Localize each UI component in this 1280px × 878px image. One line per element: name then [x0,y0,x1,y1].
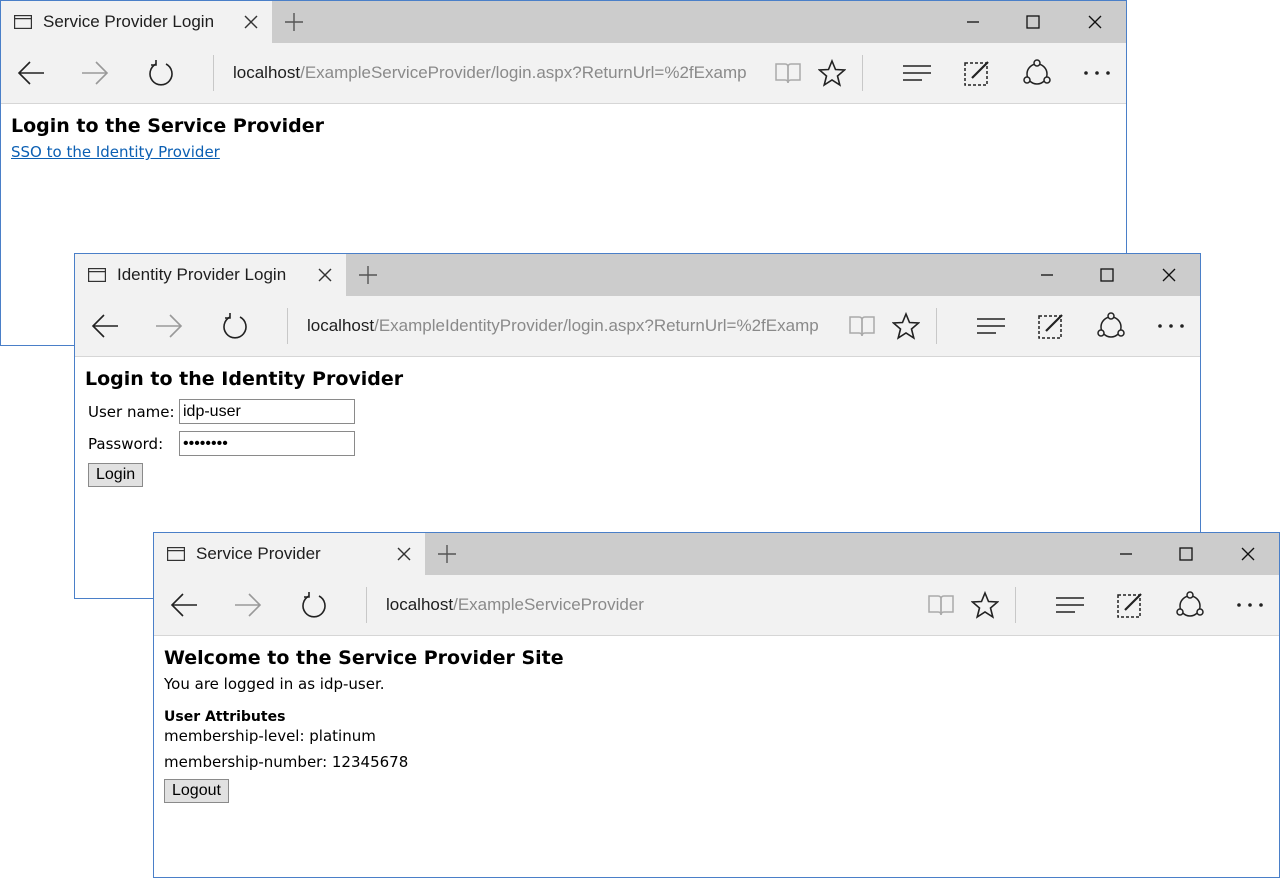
address-path: /ExampleServiceProvider/login.aspx?Retur… [300,63,747,82]
address-host: localhost [386,595,454,614]
username-input[interactable] [179,399,355,424]
forward-arrow-icon[interactable] [232,591,264,619]
address-host: localhost [307,316,375,335]
refresh-icon[interactable] [145,58,177,88]
attributes-heading: User Attributes [164,709,286,725]
minimize-icon[interactable] [1103,533,1149,575]
address-path: /ExampleServiceProvider [453,595,644,614]
refresh-icon[interactable] [219,311,251,341]
password-label: Password: [88,434,164,453]
web-note-icon[interactable] [1114,589,1146,621]
sso-link[interactable]: SSO to the Identity Provider [11,143,220,161]
share-icon[interactable] [1095,310,1127,342]
logged-in-text: You are logged in as idp-user. [164,675,385,693]
back-arrow-icon[interactable] [168,591,200,619]
plus-icon[interactable] [284,12,304,32]
page-title: Welcome to the Service Provider Site [164,647,564,669]
page-content: Login to the Identity Provider User name… [75,357,1200,487]
reading-view-icon[interactable] [926,592,956,618]
hub-icon[interactable] [975,313,1007,339]
plus-icon[interactable] [358,265,378,285]
star-icon[interactable] [891,311,921,341]
toolbar-separator [366,587,367,623]
window-close-icon[interactable] [1072,1,1118,43]
window-close-icon[interactable] [1225,533,1271,575]
share-icon[interactable] [1174,589,1206,621]
username-label: User name: [88,402,175,421]
title-bar: Service Provider Login [1,1,1126,43]
hub-icon[interactable] [1054,592,1086,618]
page-content: Welcome to the Service Provider Site You… [154,636,1279,803]
toolbar-separator [862,55,863,91]
password-input[interactable] [179,431,355,456]
star-icon[interactable] [970,590,1000,620]
share-icon[interactable] [1021,57,1053,89]
page-title: Login to the Identity Provider [85,368,404,390]
reading-view-icon[interactable] [773,60,803,86]
tab-identity-provider-login[interactable]: Identity Provider Login [75,254,346,296]
plus-icon[interactable] [437,544,457,564]
page-title: Login to the Service Provider [11,115,324,137]
browser-toolbar: localhost/ExampleServiceProvider/login.a… [1,43,1126,104]
tab-title: Identity Provider Login [117,265,287,284]
password-row: Password: [88,431,1190,456]
more-icon[interactable] [1081,63,1113,83]
page-icon [14,15,32,29]
browser-window-service-provider: Service Provider localhost/ExampleServic… [153,532,1280,878]
maximize-icon[interactable] [1084,254,1130,296]
page-icon [167,547,185,561]
toolbar-separator [1015,587,1016,623]
close-icon[interactable] [395,545,413,563]
tab-service-provider-login[interactable]: Service Provider Login [1,1,272,43]
page-content: Login to the Service Provider SSO to the… [1,104,1126,161]
more-icon[interactable] [1234,595,1266,615]
forward-arrow-icon[interactable] [153,312,185,340]
address-bar[interactable]: localhost/ExampleServiceProvider [386,593,904,617]
minimize-icon[interactable] [950,1,996,43]
maximize-icon[interactable] [1010,1,1056,43]
reading-view-icon[interactable] [847,313,877,339]
title-bar: Service Provider [154,533,1279,575]
attribute-item: membership-number: 12345678 [164,753,409,771]
login-button[interactable]: Login [88,463,144,487]
toolbar-separator [287,308,288,344]
refresh-icon[interactable] [298,590,330,620]
address-host: localhost [233,63,301,82]
tab-service-provider[interactable]: Service Provider [154,533,425,575]
minimize-icon[interactable] [1024,254,1070,296]
window-close-icon[interactable] [1146,254,1192,296]
back-arrow-icon[interactable] [89,312,121,340]
hub-icon[interactable] [901,60,933,86]
forward-arrow-icon[interactable] [79,59,111,87]
browser-toolbar: localhost/ExampleIdentityProvider/login.… [75,296,1200,357]
page-icon [88,268,106,282]
back-arrow-icon[interactable] [15,59,47,87]
address-path: /ExampleIdentityProvider/login.aspx?Retu… [374,316,819,335]
web-note-icon[interactable] [961,57,993,89]
maximize-icon[interactable] [1163,533,1209,575]
tab-title: Service Provider Login [43,12,215,31]
username-row: User name: [88,399,1190,424]
toolbar-separator [936,308,937,344]
title-bar: Identity Provider Login [75,254,1200,296]
close-icon[interactable] [242,13,260,31]
address-bar[interactable]: localhost/ExampleIdentityProvider/login.… [307,314,825,338]
tab-title: Service Provider [196,544,321,563]
logout-button[interactable]: Logout [164,779,229,803]
attribute-item: membership-level: platinum [164,727,376,745]
toolbar-separator [213,55,214,91]
address-bar[interactable]: localhost/ExampleServiceProvider/login.a… [233,61,751,85]
web-note-icon[interactable] [1035,310,1067,342]
browser-toolbar: localhost/ExampleServiceProvider [154,575,1279,636]
star-icon[interactable] [817,58,847,88]
more-icon[interactable] [1155,316,1187,336]
close-icon[interactable] [316,266,334,284]
